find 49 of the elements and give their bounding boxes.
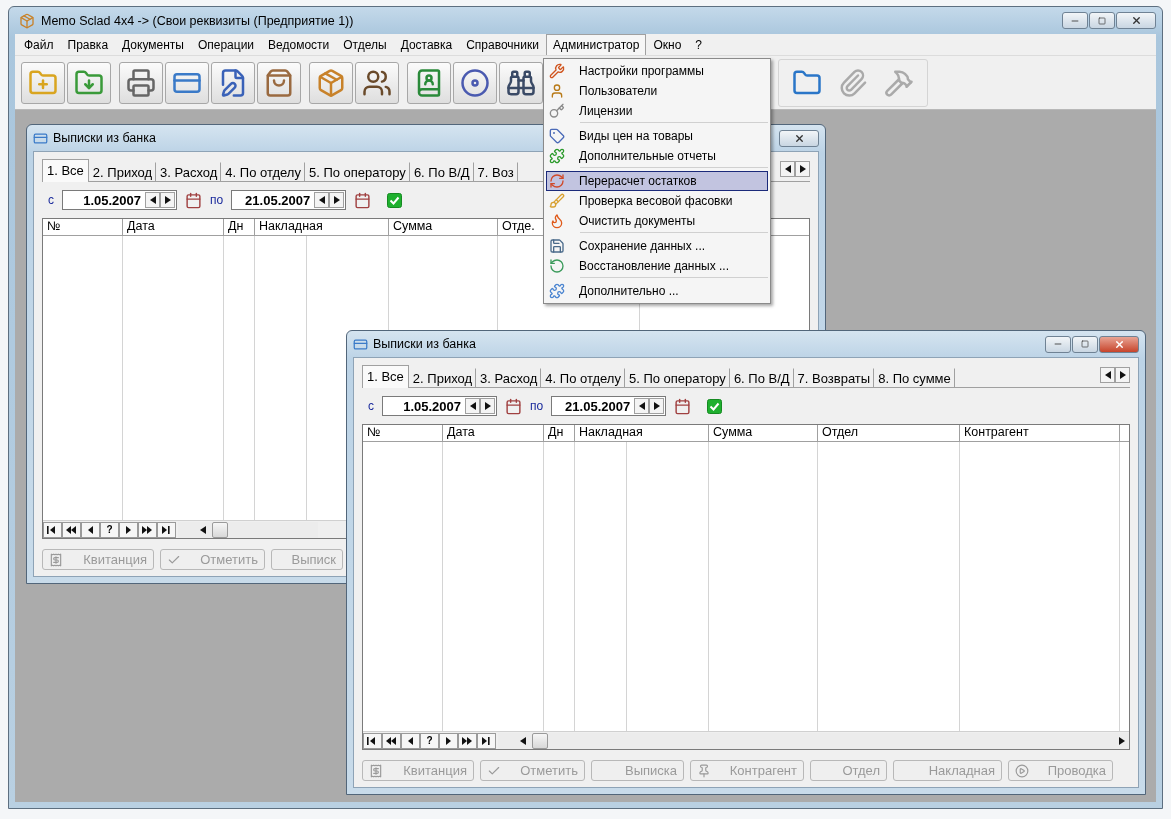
menu-item[interactable]: Ведомости xyxy=(261,34,337,55)
column-header[interactable]: Дата xyxy=(443,425,544,441)
window-title: Выписки из банка xyxy=(53,131,156,145)
menu-option[interactable]: Виды цен на товары xyxy=(546,126,768,146)
column-header[interactable]: Дн xyxy=(224,219,255,235)
column-header[interactable]: Сумма xyxy=(709,425,818,441)
date-field[interactable]: 21.05.2007 xyxy=(231,190,347,210)
menu-item[interactable]: Операции xyxy=(190,34,262,55)
menu-option[interactable]: Настройки программы xyxy=(546,61,768,81)
menu-option[interactable]: Дополнительные отчеты xyxy=(546,146,768,166)
to-label: по xyxy=(530,399,544,413)
menu-item[interactable]: Правка xyxy=(60,34,116,55)
window-title: Memo Sclad 4x4 -> (Свои реквизиты (Предприятие 1)) xyxy=(41,13,354,28)
menu-item[interactable]: Окно xyxy=(646,34,689,55)
menu-item[interactable]: Отделы xyxy=(336,34,394,55)
column-header[interactable]: Контрагент xyxy=(960,425,1120,441)
menu-option[interactable]: Очистить документы xyxy=(546,211,768,231)
query-button[interactable]: ? xyxy=(100,521,119,538)
column-header[interactable]: Дн xyxy=(544,425,575,441)
date-field[interactable]: 1.05.2007 xyxy=(62,190,177,210)
menu-option[interactable]: Пользователи xyxy=(546,81,768,101)
menu-option[interactable]: Проверка весовой фасовки xyxy=(546,191,768,211)
column-header[interactable]: № xyxy=(43,219,123,235)
menu-option[interactable]: Перерасчет остатков xyxy=(546,171,768,191)
column-header[interactable]: Дата xyxy=(123,219,224,235)
window-title: Выписки из банка xyxy=(373,337,476,351)
menu-item[interactable]: ? xyxy=(688,34,710,55)
column-header[interactable]: № xyxy=(363,425,443,441)
column-header[interactable]: Сумма xyxy=(389,219,498,235)
menu-option[interactable]: Сохранение данных ... xyxy=(546,236,768,256)
menu-item[interactable]: Администратор xyxy=(545,34,647,55)
menu-option[interactable]: Лицензии xyxy=(546,101,768,121)
to-label: по xyxy=(210,193,224,207)
query-button[interactable]: ? xyxy=(420,732,439,749)
menu-item[interactable]: Справочники xyxy=(459,34,546,55)
tab[interactable]: 1. Все xyxy=(42,159,89,182)
column-header[interactable]: Накладная xyxy=(255,219,389,235)
from-label: с xyxy=(48,193,54,207)
menu-item[interactable]: Файл xyxy=(17,34,61,55)
date-field[interactable]: 21.05.2007 xyxy=(551,396,667,416)
menu-option[interactable]: Восстановление данных ... xyxy=(546,256,768,276)
date-field[interactable]: 1.05.2007 xyxy=(382,396,497,416)
column-header[interactable]: Накладная xyxy=(575,425,709,441)
menu-option[interactable]: Дополнительно ... xyxy=(546,281,768,301)
from-label: с xyxy=(368,399,374,413)
menu-item[interactable]: Доставка xyxy=(393,34,460,55)
tab[interactable]: 1. Все xyxy=(362,365,409,388)
menu-item[interactable]: Документы xyxy=(115,34,191,55)
column-header[interactable]: Отдел xyxy=(818,425,960,441)
